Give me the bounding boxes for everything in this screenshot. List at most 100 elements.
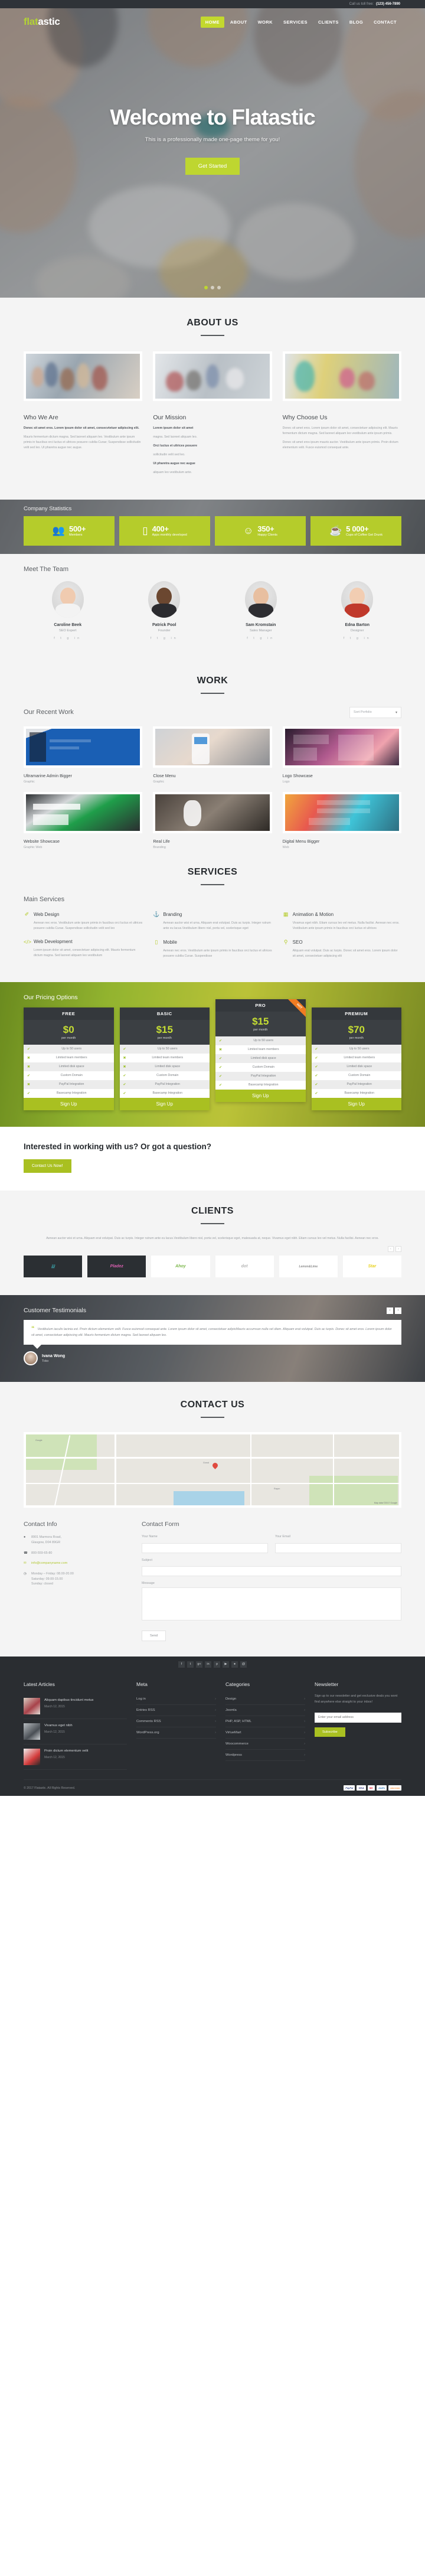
testimonials-nav[interactable]: ‹ › — [387, 1307, 401, 1314]
category-item-php[interactable]: PHP, ASP, HTML › — [225, 1716, 305, 1728]
twitter-icon[interactable]: t — [187, 1661, 194, 1668]
client-logo[interactable]: Ahoy — [151, 1256, 210, 1278]
category-item-virtuemart[interactable]: VirtueMart › — [225, 1727, 305, 1739]
service-seo[interactable]: ⚲ SEO Aliquam erat volutpat. Duis ac tur… — [283, 939, 401, 959]
service-animation[interactable]: ▦ Animation & Motion Vivamus eget nibh. … — [283, 911, 401, 931]
pinterest-icon[interactable]: p — [214, 1661, 220, 1668]
service-mobile[interactable]: ▯ Mobile Aenean nec eros. Vestibulum ant… — [153, 939, 272, 959]
meta-label: Comments RSS — [136, 1720, 161, 1724]
category-item-woocommerce[interactable]: Woocommerce › — [225, 1739, 305, 1750]
work-thumbnail — [282, 791, 401, 833]
plan-signup-button[interactable]: Sign Up — [311, 1097, 401, 1110]
category-item-design[interactable]: Design › — [225, 1694, 305, 1706]
team-social-icons[interactable]: f t g in — [24, 637, 112, 640]
service-title: Web Development — [34, 939, 73, 945]
email-icon[interactable]: @ — [240, 1661, 247, 1668]
check-icon: ✔ — [315, 1083, 318, 1087]
meta-item-entries-rss[interactable]: Entries RSS › — [136, 1705, 216, 1717]
clients-next-icon[interactable]: › — [395, 1246, 401, 1253]
plan-signup-button[interactable]: Sign Up — [119, 1097, 210, 1110]
work-item[interactable]: Website Showcase Graphic Web — [24, 791, 143, 849]
article-item[interactable]: Proin dictum elementum velit March 12, 2… — [24, 1744, 127, 1770]
hero-dot-1[interactable] — [204, 286, 208, 289]
nav-item-about[interactable]: ABOUT — [225, 17, 252, 28]
contact-phone[interactable]: 800-559-65-80 — [31, 1551, 52, 1556]
meta-item-comments-rss[interactable]: Comments RSS › — [136, 1716, 216, 1728]
subscribe-button[interactable]: Subscribe — [315, 1727, 345, 1737]
contact-address-line: ● 8901 Marmora Road, Glasgow, D04 89GR — [24, 1535, 130, 1545]
pricing-plan-free: FREE $0 per month ✔ Up to 50 users ✖ Limit… — [24, 1007, 114, 1110]
clients-prev-icon[interactable]: ‹ — [388, 1246, 394, 1253]
service-web-development[interactable]: </> Web Development Lorem ipsum dolor si… — [24, 939, 142, 958]
client-logo[interactable]: ☳ — [24, 1256, 83, 1278]
subject-input[interactable] — [142, 1566, 401, 1577]
topbar-phone[interactable]: (123) 456-7890 — [376, 2, 400, 6]
facebook-icon[interactable]: f — [178, 1661, 185, 1668]
get-started-button[interactable]: Get Started — [185, 158, 240, 175]
linkedin-icon[interactable]: in — [205, 1661, 211, 1668]
meta-item-login[interactable]: Log in › — [136, 1694, 216, 1706]
youtube-icon[interactable]: ▶ — [223, 1661, 229, 1668]
visa-icon: VISA — [357, 1785, 366, 1791]
nav-item-blog[interactable]: BLOG — [345, 17, 368, 28]
contact-email[interactable]: info@companyname.com — [31, 1561, 67, 1566]
team-social-icons[interactable]: f t g in — [313, 637, 402, 640]
work-item[interactable]: Ultramarine Admin Bigger Graphic — [24, 726, 143, 784]
cross-icon: ✖ — [27, 1083, 31, 1087]
work-item[interactable]: Logo Showcase Logo — [282, 726, 401, 784]
nav-item-home[interactable]: HOME — [200, 16, 224, 28]
category-label: PHP, ASP, HTML — [225, 1720, 251, 1724]
team-member[interactable]: Caroline Beek SEO Expert f t g in — [24, 581, 112, 640]
work-item[interactable]: Digital Menu Bigger Web — [282, 791, 401, 849]
message-textarea[interactable] — [142, 1587, 401, 1621]
email-input[interactable] — [275, 1543, 401, 1553]
team-member-name: Edna Barton — [345, 622, 370, 627]
testimonial-prev-icon[interactable]: ‹ — [387, 1307, 393, 1314]
field-email: Your Email — [275, 1535, 401, 1553]
team-member[interactable]: Sam Kromstain Sales Manager f t g in — [217, 581, 305, 640]
hero-slider-dots[interactable] — [0, 286, 425, 289]
work-item[interactable]: Real Life Branding — [153, 791, 272, 849]
googleplus-icon[interactable]: g+ — [196, 1661, 202, 1668]
nav-item-work[interactable]: WORK — [253, 17, 277, 28]
work-item[interactable]: Close Menu Graphic — [153, 726, 272, 784]
nav-item-contact[interactable]: CONTACT — [369, 17, 401, 28]
team-member[interactable]: Edna Barton Designer f t g in — [313, 581, 402, 640]
testimonial-author: Ivana Wong Toko — [24, 1351, 401, 1366]
sort-portfolio-select[interactable]: Sort Porfolio ▾ — [349, 706, 401, 718]
meta-item-wordpress[interactable]: WordPress.org › — [136, 1727, 216, 1739]
client-logo[interactable]: dot — [215, 1256, 274, 1278]
newsletter-email-input[interactable] — [315, 1712, 401, 1723]
hero-dot-3[interactable] — [217, 286, 221, 289]
client-logo[interactable]: Pladez — [87, 1256, 146, 1278]
article-item[interactable]: Aliquam dapibus tincidunt metus March 12… — [24, 1694, 127, 1720]
service-branding[interactable]: ⚓ Branding Aenean auctor wisi et urna. A… — [153, 911, 272, 931]
hero-dot-2[interactable] — [211, 286, 214, 289]
clients-carousel-arrows[interactable]: ‹ › — [24, 1246, 401, 1253]
plan-signup-button[interactable]: Sign Up — [24, 1097, 114, 1110]
contact-us-now-button[interactable]: Contact Us Now! — [24, 1159, 71, 1173]
plan-signup-button[interactable]: Sign Up — [215, 1089, 306, 1102]
about-body-why-1: Donec sit amet eros. Lorem ipsum dolor s… — [282, 426, 398, 436]
name-input[interactable] — [142, 1543, 268, 1553]
team-social-icons[interactable]: f t g in — [120, 637, 209, 640]
category-item-joomla[interactable]: Joomla › — [225, 1705, 305, 1717]
category-item-wordpress[interactable]: Wordpress › — [225, 1750, 305, 1762]
site-logo[interactable]: flatastic — [24, 16, 60, 28]
service-desc: Lorem ipsum dolor sit amet, consectetuer… — [34, 948, 136, 957]
work-grid-row-1: Ultramarine Admin Bigger Graphic Close M… — [24, 726, 401, 784]
footer-meta-heading: Meta — [136, 1681, 148, 1688]
nav-item-services[interactable]: SERVICES — [279, 17, 312, 28]
team-section: Meet The Team Caroline Beek SEO Expert f… — [0, 553, 425, 658]
client-logo[interactable]: Star — [342, 1256, 402, 1278]
google-map[interactable]: Google Gorod Rayon Map data ©2017 Google — [24, 1432, 401, 1508]
client-logo[interactable]: Lemon&Lime — [279, 1256, 338, 1278]
dribbble-icon[interactable]: ● — [231, 1661, 238, 1668]
team-social-icons[interactable]: f t g in — [217, 637, 305, 640]
nav-item-clients[interactable]: CLIENTS — [313, 17, 344, 28]
testimonial-next-icon[interactable]: › — [395, 1307, 401, 1314]
service-web-design[interactable]: ✐ Web Design Aenean nec eros. Vestibulum… — [24, 911, 143, 931]
send-button[interactable]: Send — [142, 1631, 166, 1642]
team-member[interactable]: Patrick Pool Founder f t g in — [120, 581, 209, 640]
article-item[interactable]: Vivamus eget nibh March 12, 2015 — [24, 1719, 127, 1745]
